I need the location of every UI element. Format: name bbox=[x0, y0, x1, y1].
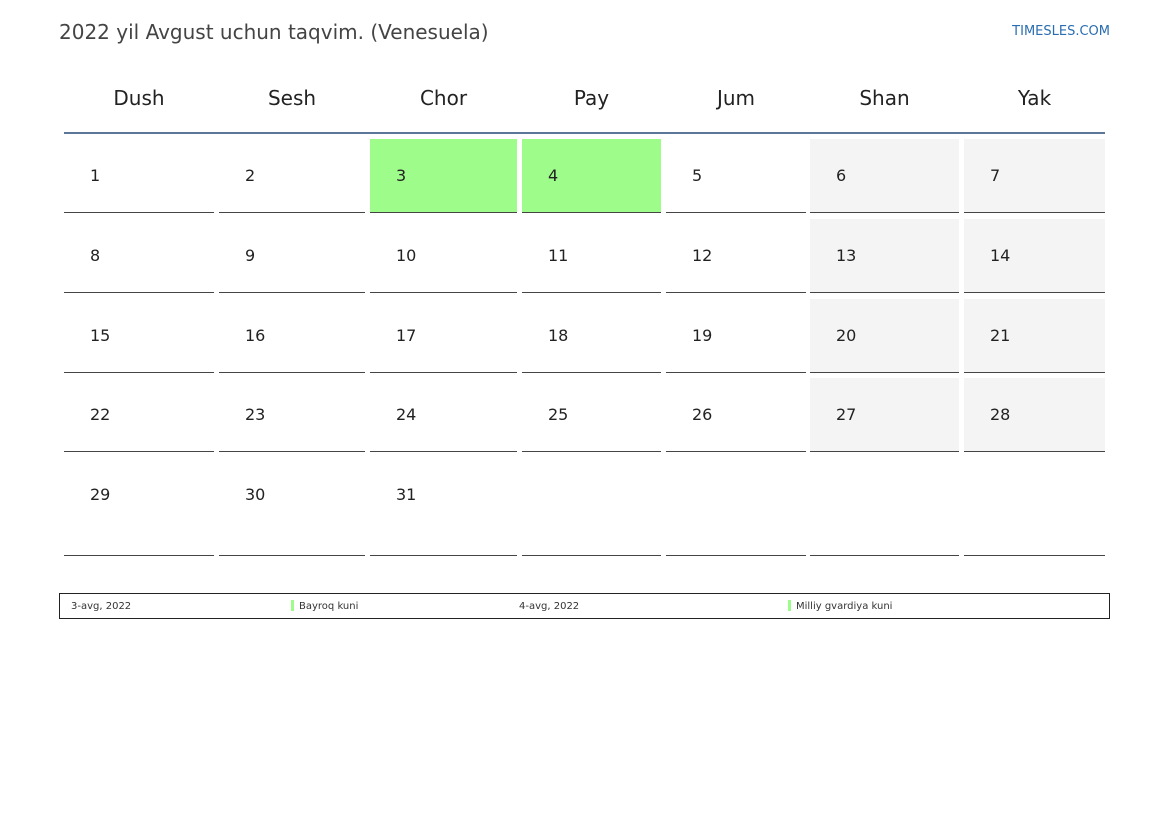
day-number: 17 bbox=[396, 326, 417, 345]
day-cell[interactable]: 25 bbox=[522, 378, 661, 452]
day-cell[interactable]: 26 bbox=[666, 378, 806, 452]
day-cell[interactable]: 19 bbox=[666, 299, 806, 373]
calendar-grid: Dush Sesh Chor Pay Jum Shan Yak 1 2 3 4 5 6 7 8 9 10 11 1… bbox=[64, 70, 1105, 556]
weekday-label: Yak bbox=[1017, 86, 1052, 110]
day-number: 28 bbox=[990, 405, 1011, 424]
legend-date: 4-avg, 2022 bbox=[519, 601, 580, 612]
weekday-header: Dush Sesh Chor Pay Jum Shan Yak bbox=[64, 70, 1105, 134]
day-number: 12 bbox=[692, 246, 713, 265]
day-number: 4 bbox=[548, 166, 559, 185]
weekday-label: Shan bbox=[859, 86, 910, 110]
day-cell[interactable]: 5 bbox=[666, 139, 806, 213]
day-number: 26 bbox=[692, 405, 713, 424]
day-number: 25 bbox=[548, 405, 569, 424]
day-cell[interactable]: 11 bbox=[522, 219, 661, 293]
day-number: 30 bbox=[245, 485, 266, 504]
day-cell[interactable]: 8 bbox=[64, 219, 214, 293]
empty-day-cell bbox=[522, 458, 661, 556]
day-number: 27 bbox=[836, 405, 857, 424]
day-cell[interactable]: 15 bbox=[64, 299, 214, 373]
day-cell[interactable]: 12 bbox=[666, 219, 806, 293]
day-number: 20 bbox=[836, 326, 857, 345]
legend-holiday-name: Milliy gvardiya kuni bbox=[796, 601, 893, 612]
day-cell[interactable]: 2 bbox=[219, 139, 365, 213]
day-cell[interactable]: 6 bbox=[810, 139, 959, 213]
weekday-label: Chor bbox=[419, 86, 468, 110]
day-cell[interactable]: 20 bbox=[810, 299, 959, 373]
day-number: 1 bbox=[90, 166, 101, 185]
weekday-label: Dush bbox=[113, 86, 165, 110]
day-cell[interactable]: 29 bbox=[64, 458, 214, 556]
day-number: 7 bbox=[990, 166, 1001, 185]
day-cell[interactable]: 18 bbox=[522, 299, 661, 373]
day-cell[interactable]: 4 bbox=[522, 139, 661, 213]
day-number: 5 bbox=[692, 166, 703, 185]
day-cell[interactable]: 28 bbox=[964, 378, 1105, 452]
day-cell[interactable]: 21 bbox=[964, 299, 1105, 373]
weekday-label: Jum bbox=[716, 86, 756, 110]
day-cell[interactable]: 31 bbox=[370, 458, 517, 556]
day-cell[interactable]: 14 bbox=[964, 219, 1105, 293]
empty-day-cell bbox=[810, 458, 959, 556]
day-number: 14 bbox=[990, 246, 1011, 265]
day-number: 11 bbox=[548, 246, 569, 265]
day-number: 15 bbox=[90, 326, 111, 345]
legend-swatch bbox=[291, 600, 294, 611]
day-number: 13 bbox=[836, 246, 857, 265]
day-cell[interactable]: 1 bbox=[64, 139, 214, 213]
day-number: 2 bbox=[245, 166, 256, 185]
day-number: 18 bbox=[548, 326, 569, 345]
empty-day-cell bbox=[964, 458, 1105, 556]
legend-date: 3-avg, 2022 bbox=[71, 601, 132, 612]
site-link[interactable]: TIMESLES.COM bbox=[1012, 24, 1110, 39]
day-number: 6 bbox=[836, 166, 847, 185]
day-number: 22 bbox=[90, 405, 111, 424]
day-number: 19 bbox=[692, 326, 713, 345]
day-cell[interactable]: 10 bbox=[370, 219, 517, 293]
day-cell[interactable]: 13 bbox=[810, 219, 959, 293]
empty-day-cell bbox=[666, 458, 806, 556]
day-cell[interactable]: 30 bbox=[219, 458, 365, 556]
weekday-label: Sesh bbox=[267, 86, 317, 110]
legend-holiday-name: Bayroq kuni bbox=[299, 601, 359, 612]
day-cell[interactable]: 16 bbox=[219, 299, 365, 373]
day-cell[interactable]: 17 bbox=[370, 299, 517, 373]
day-number: 24 bbox=[396, 405, 417, 424]
day-number: 31 bbox=[396, 485, 417, 504]
day-number: 3 bbox=[396, 166, 407, 185]
holiday-legend: 3-avg, 2022 Bayroq kuni 4-avg, 2022 Milliy … bbox=[59, 593, 1110, 619]
day-cell[interactable]: 24 bbox=[370, 378, 517, 452]
day-cell[interactable]: 7 bbox=[964, 139, 1105, 213]
day-cell[interactable]: 3 bbox=[370, 139, 517, 213]
day-number: 10 bbox=[396, 246, 417, 265]
day-number: 9 bbox=[245, 246, 256, 265]
day-number: 23 bbox=[245, 405, 266, 424]
legend-swatch bbox=[788, 600, 791, 611]
day-number: 8 bbox=[90, 246, 101, 265]
day-cell[interactable]: 22 bbox=[64, 378, 214, 452]
day-number: 29 bbox=[90, 485, 111, 504]
page-title: 2022 yil Avgust uchun taqvim. (Venesuela… bbox=[59, 20, 489, 44]
day-number: 16 bbox=[245, 326, 266, 345]
weekday-label: Pay bbox=[573, 86, 610, 110]
day-number: 21 bbox=[990, 326, 1011, 345]
day-cell[interactable]: 27 bbox=[810, 378, 959, 452]
day-cell[interactable]: 23 bbox=[219, 378, 365, 452]
day-cell[interactable]: 9 bbox=[219, 219, 365, 293]
